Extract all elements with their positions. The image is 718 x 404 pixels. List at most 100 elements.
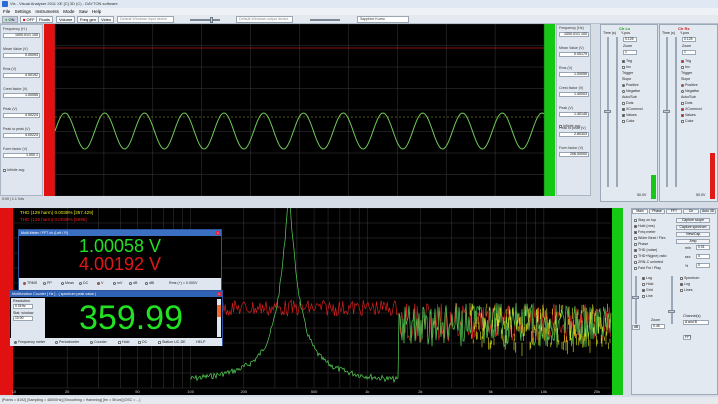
checkbox[interactable] [3,168,6,172]
infinite-avg-checkbox[interactable]: Infinite avg [3,168,24,172]
channel-option[interactable]: Dots [681,101,692,105]
volume-button[interactable]: Volume [56,16,76,23]
channel-option[interactable]: Inv [622,65,631,69]
radio[interactable] [97,281,100,285]
radio[interactable] [129,281,132,285]
channel-option[interactable]: Values [681,113,696,117]
checkbox[interactable] [642,282,645,286]
multimeter-option[interactable]: dBl [145,281,154,285]
counter-option[interactable]: HELP [196,340,205,344]
checkbox[interactable] [158,340,161,344]
checkbox[interactable] [559,124,562,128]
option-item[interactable]: ZRN-C unlmted [634,260,663,264]
channel-option[interactable]: Positive [622,83,639,87]
checkbox[interactable] [642,294,645,298]
counter-resolution-input[interactable]: 0.01Hz [13,304,33,309]
channel-option[interactable]: Color [622,119,635,123]
radio[interactable] [622,83,625,87]
checkbox[interactable] [680,288,683,292]
channel-option[interactable]: XComnvol [622,107,643,111]
checkbox[interactable] [634,266,637,270]
display-option[interactable]: Lines [680,288,693,292]
counter-option[interactable]: DC [138,340,147,344]
slider-thumb[interactable] [210,17,213,23]
display-option[interactable]: Hold [642,282,653,286]
menu-saw[interactable]: Saw [79,8,88,15]
checkbox[interactable] [622,113,625,117]
field-input[interactable]: 4 [696,254,710,259]
channel-option[interactable]: Color [681,119,694,123]
ch-left-zoom-input[interactable]: 1 [623,50,637,55]
radio[interactable] [90,340,93,344]
checkbox[interactable] [118,340,121,344]
option-button[interactable]: Amp [676,239,710,244]
slider-thumb[interactable] [663,110,670,113]
tab-ch[interactable]: Ch [683,209,699,214]
channel-option[interactable]: Auto/Sub [681,95,696,99]
checkbox[interactable] [681,107,684,111]
multimeter-close-button[interactable]: × [216,231,220,235]
tab-phase[interactable]: Phase [649,209,665,214]
checkbox[interactable] [642,288,645,292]
video-button[interactable]: Video [98,16,115,23]
radio[interactable] [55,340,58,344]
multimeter-option[interactable]: DC [79,281,88,285]
font-select[interactable]: Sapphire Kumo [357,16,409,23]
counter-option[interactable]: Counter [90,340,107,344]
freq-gen-button[interactable]: Freq gen [77,16,100,23]
slider-thumb[interactable] [604,110,611,113]
checkbox[interactable] [634,224,637,228]
display-option[interactable]: Line [642,294,653,298]
channel-option[interactable]: Auto/Sub [622,95,637,99]
channel-option[interactable]: XComnvol [681,107,702,111]
radio[interactable] [23,281,26,285]
multimeter-option[interactable]: V [97,281,103,285]
menu-mode[interactable]: Mode [63,8,74,15]
ch-right-level-slider[interactable] [675,37,677,187]
zoom-input[interactable]: 0.45 [651,324,665,329]
db-slider[interactable] [635,276,637,324]
radio[interactable] [113,281,116,285]
infinite-avg-checkbox[interactable]: Infinite avg [559,124,580,128]
output-gain-slider[interactable] [310,19,340,21]
option-item[interactable]: Hold (rms) [634,224,655,228]
checkbox[interactable] [680,276,683,280]
channel-option[interactable]: Negative [622,89,640,93]
checkbox[interactable] [138,340,141,344]
option-item[interactable]: Fast Fst / Play [634,266,661,270]
display-option[interactable]: Log [642,276,652,280]
ch-right-zoom-input[interactable]: 1 [682,50,696,55]
counter-option[interactable]: Frequency meter [14,340,45,344]
channel-option[interactable]: Positive [681,83,698,87]
menu-help[interactable]: Help [92,8,101,15]
option-button[interactable]: View/Cap [676,232,710,237]
menu-instruments[interactable]: Instruments [35,8,59,15]
checkbox[interactable] [634,248,637,252]
multimeter-option[interactable]: dB [129,281,137,285]
option-item[interactable]: Stay on top [634,218,656,222]
option-item[interactable]: THD (noise) [634,248,657,252]
counter-scroll-thumb[interactable] [217,305,221,317]
checkbox[interactable] [634,242,637,246]
counter-window[interactable]: Multifunction Counter [ Hz ] - ( spectru… [9,290,223,346]
checkbox[interactable] [622,107,625,111]
menu-file[interactable]: File [3,8,10,15]
counter-close-button[interactable]: × [217,292,221,296]
fft-slider[interactable] [671,276,673,324]
option-item[interactable]: Wider Beat / Flex [634,236,666,240]
menu-settings[interactable]: Settings [15,8,31,15]
tab-fft[interactable]: FFT [666,209,682,214]
on-button[interactable]: ● ON [2,16,18,23]
checkbox[interactable] [681,101,684,105]
slider-thumb[interactable] [632,296,639,299]
counter-option[interactable]: Hold [118,340,129,344]
multimeter-option[interactable]: Mean [61,281,74,285]
radio[interactable] [61,281,64,285]
channel-option[interactable]: Negative [681,89,699,93]
tab-main[interactable]: Main [632,209,648,214]
channels-select[interactable]: A and B [683,320,709,325]
checkbox[interactable] [622,65,625,69]
radio[interactable] [145,281,148,285]
channel-option[interactable]: Trig [681,59,691,63]
option-item[interactable]: Phase [634,242,648,246]
